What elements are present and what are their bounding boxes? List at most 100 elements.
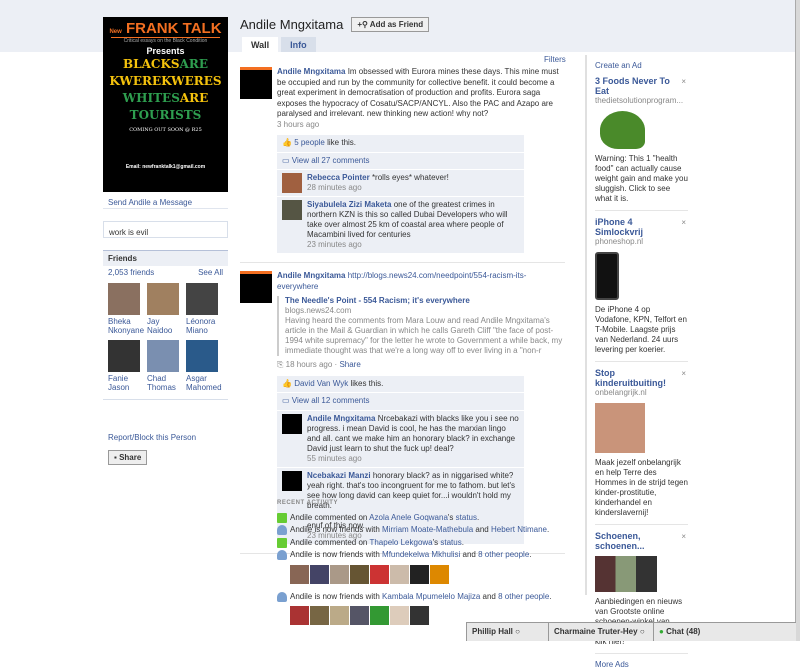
friend-thumb[interactable] bbox=[350, 564, 369, 584]
close-icon[interactable]: × bbox=[681, 77, 686, 87]
friend-name[interactable]: Bheka Nkonyane bbox=[108, 317, 146, 335]
comment-author[interactable]: Rebecca Pointer bbox=[307, 173, 370, 182]
friend-avatar[interactable] bbox=[147, 283, 179, 315]
friend-avatar[interactable] bbox=[108, 283, 140, 315]
friend-thumb[interactable] bbox=[310, 564, 329, 584]
ad-item[interactable]: iPhone 4 Simlockvrij × phoneshop.nl De iPho… bbox=[595, 211, 688, 362]
commenter-avatar[interactable] bbox=[282, 173, 302, 193]
view-comments-link[interactable]: View all 12 comments bbox=[292, 396, 370, 405]
activity-link[interactable]: Mirriam Moate-Mathebula bbox=[382, 525, 473, 534]
activity-link[interactable]: Mfundekelwa Mkhulisi bbox=[382, 550, 460, 559]
friend-thumb[interactable] bbox=[290, 606, 309, 625]
campaign-image[interactable] bbox=[595, 403, 645, 453]
friend-item[interactable]: Chad Thomas bbox=[147, 340, 185, 392]
friend-name[interactable]: Léonora Miano bbox=[186, 317, 224, 335]
likes-link[interactable]: 5 people bbox=[294, 138, 325, 147]
friend-avatar[interactable] bbox=[186, 283, 218, 315]
friend-name[interactable]: Chad Thomas bbox=[147, 374, 185, 392]
comment-author[interactable]: Siyabulela Zizi Maketa bbox=[307, 200, 391, 209]
iphone-image[interactable] bbox=[595, 252, 619, 300]
commenter-avatar[interactable] bbox=[282, 470, 302, 491]
activity-link[interactable]: 8 other people bbox=[478, 550, 529, 559]
view-comments-link[interactable]: View all 27 comments bbox=[292, 156, 370, 165]
comment-author[interactable]: Ncebakazi Manzi bbox=[307, 471, 371, 480]
friend-item[interactable]: Léonora Miano bbox=[186, 283, 224, 335]
add-friend-button[interactable]: +⚲ Add as Friend bbox=[351, 17, 430, 32]
friend-thumb[interactable] bbox=[410, 564, 429, 584]
ad-item[interactable]: 3 Foods Never To Eat × thedietsolutionprog… bbox=[595, 70, 688, 211]
more-ads-link[interactable]: More Ads bbox=[595, 660, 688, 669]
share-link[interactable]: Share bbox=[339, 360, 360, 369]
chat-tab[interactable]: Phillip Hall ○ bbox=[466, 623, 548, 641]
shoes-image[interactable] bbox=[595, 556, 657, 592]
friend-thumb[interactable] bbox=[290, 564, 309, 584]
ad-item[interactable]: Stop kinderuitbuiting! × onbelangrijk.nl Ma… bbox=[595, 362, 688, 525]
friend-name[interactable]: Fanie Jason bbox=[108, 374, 146, 392]
friend-item[interactable]: Bheka Nkonyane bbox=[108, 283, 146, 335]
comment-text: *rolls eyes* whatever! bbox=[371, 173, 449, 182]
see-all-link[interactable]: See All bbox=[198, 268, 223, 277]
ad-title[interactable]: Stop kinderuitbuiting! bbox=[595, 368, 688, 388]
send-message-link[interactable]: Send Andile a Message bbox=[108, 198, 192, 207]
poster-text: WHITES bbox=[122, 91, 180, 105]
friend-thumb[interactable] bbox=[430, 564, 449, 584]
friend-thumb[interactable] bbox=[370, 564, 389, 584]
poster-email: Email: newfranktalk1@gmail.com bbox=[125, 164, 206, 170]
friend-thumb[interactable] bbox=[390, 564, 409, 584]
activity-text: 's bbox=[447, 512, 456, 522]
post-author[interactable]: Andile Mngxitama bbox=[277, 67, 345, 76]
activity-link[interactable]: status bbox=[456, 513, 477, 522]
friend-thumb[interactable] bbox=[410, 606, 429, 625]
activity-link[interactable]: status bbox=[440, 538, 461, 547]
likes-link[interactable]: David Van Wyk bbox=[294, 379, 348, 388]
activity-link[interactable]: Hebert Ntimane bbox=[491, 525, 547, 534]
activity-link[interactable]: 8 other people bbox=[498, 592, 549, 601]
friend-item[interactable]: Asgar Mahomed bbox=[186, 340, 224, 392]
friend-thumb[interactable] bbox=[330, 564, 349, 584]
tab-wall[interactable]: Wall bbox=[242, 37, 279, 52]
attachment-title[interactable]: The Needle's Point - 554 Racism; it's ev… bbox=[285, 296, 470, 305]
profile-picture[interactable]: New FRANK TALK Critical essays on the Bl… bbox=[103, 17, 228, 192]
create-ad-link[interactable]: Create an Ad bbox=[595, 61, 688, 70]
post-author[interactable]: Andile Mngxitama bbox=[277, 271, 345, 280]
friend-thumb[interactable] bbox=[350, 606, 369, 625]
friend-avatar[interactable] bbox=[147, 340, 179, 372]
share-button[interactable]: ▪ Share bbox=[108, 450, 148, 465]
ad-title[interactable]: iPhone 4 Simlockvrij bbox=[595, 217, 688, 237]
author-avatar[interactable] bbox=[240, 67, 272, 99]
online-icon: ● bbox=[659, 627, 664, 636]
link-icon: ⎘ bbox=[277, 360, 286, 369]
activity-link[interactable]: Kambala Mpumelelo Majiza bbox=[382, 592, 480, 601]
close-icon[interactable]: × bbox=[681, 532, 686, 542]
tab-info[interactable]: Info bbox=[281, 37, 316, 52]
activity-link[interactable]: Azola Anele Goqwana bbox=[369, 513, 448, 522]
friend-thumb[interactable] bbox=[310, 606, 329, 625]
chat-tab[interactable]: Charmaine Truter-Hey ○ bbox=[548, 623, 653, 641]
report-block-link[interactable]: Report/Block this Person bbox=[108, 433, 196, 442]
commenter-avatar[interactable] bbox=[282, 413, 302, 434]
add-friend-label: Add as Friend bbox=[369, 20, 424, 29]
chat-button[interactable]: ● Chat (48) bbox=[653, 623, 705, 641]
close-icon[interactable]: × bbox=[681, 218, 686, 228]
friends-count-link[interactable]: 2,053 friends bbox=[108, 268, 154, 277]
broccoli-image[interactable] bbox=[600, 111, 645, 149]
friend-thumb[interactable] bbox=[370, 606, 389, 625]
ad-title[interactable]: 3 Foods Never To Eat bbox=[595, 76, 688, 96]
friend-avatar[interactable] bbox=[186, 340, 218, 372]
friend-name[interactable]: Jay Naidoo bbox=[147, 317, 185, 335]
friend-item[interactable]: Jay Naidoo bbox=[147, 283, 185, 335]
filters-link[interactable]: Filters bbox=[544, 55, 566, 64]
friend-thumb[interactable] bbox=[330, 606, 349, 625]
friend-name[interactable]: Asgar Mahomed bbox=[186, 374, 224, 392]
friend-avatar[interactable] bbox=[108, 340, 140, 372]
ad-title[interactable]: Schoenen, schoenen... bbox=[595, 531, 688, 551]
close-icon[interactable]: × bbox=[681, 369, 686, 379]
window-scrollbar[interactable] bbox=[795, 0, 800, 641]
author-avatar[interactable] bbox=[240, 271, 272, 303]
friend-item[interactable]: Fanie Jason bbox=[108, 340, 146, 392]
comment-author[interactable]: Andile Mngxitama bbox=[307, 414, 375, 423]
friend-thumb[interactable] bbox=[390, 606, 409, 625]
commenter-avatar[interactable] bbox=[282, 200, 302, 220]
activity-link[interactable]: Thapelo Lekgowa bbox=[369, 538, 432, 547]
likes-text: like this. bbox=[324, 138, 357, 147]
